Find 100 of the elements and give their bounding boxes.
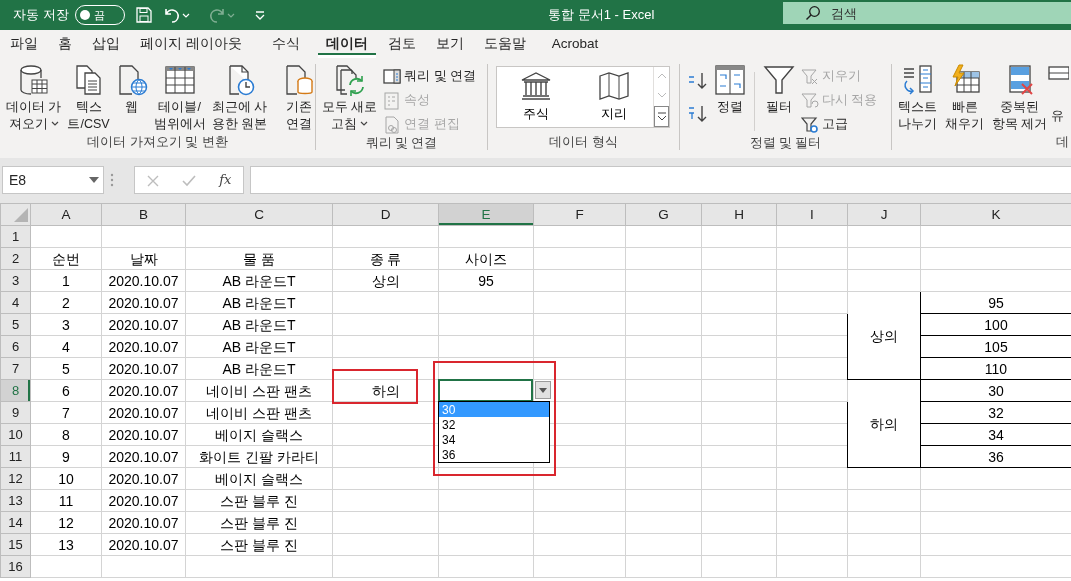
column-header[interactable]: D bbox=[332, 203, 439, 226]
column-header[interactable]: G bbox=[625, 203, 702, 226]
dropdown-arrow-button[interactable] bbox=[535, 381, 551, 399]
table-cell: 2020.10.07 bbox=[101, 511, 186, 534]
row-header[interactable]: 6 bbox=[0, 335, 31, 358]
row-header[interactable]: 14 bbox=[0, 511, 31, 534]
ribbon-tab[interactable]: 홈 bbox=[50, 30, 80, 58]
reapply-filter-icon bbox=[801, 91, 819, 110]
autosave-label: 자동 저장 bbox=[13, 6, 69, 25]
group-label: 데이터 형식 bbox=[548, 134, 619, 150]
table-cell: 2 bbox=[30, 291, 102, 314]
save-icon bbox=[134, 6, 153, 24]
row-header[interactable]: 3 bbox=[0, 269, 31, 292]
group-label: 데 bbox=[1055, 134, 1070, 150]
table-cell: 날짜 bbox=[101, 247, 186, 270]
row-header[interactable]: 10 bbox=[0, 423, 31, 446]
row-header[interactable]: 9 bbox=[0, 401, 31, 424]
column-header[interactable]: K bbox=[920, 203, 1071, 226]
caret-icon bbox=[89, 177, 99, 183]
table-cell: 95 bbox=[438, 269, 534, 292]
table-cell: 2020.10.07 bbox=[101, 533, 186, 556]
row-header[interactable]: 7 bbox=[0, 357, 31, 380]
table-cell: 2020.10.07 bbox=[101, 423, 186, 446]
formula-field[interactable] bbox=[250, 166, 1071, 194]
ribbon-button[interactable]: 빠른 채우기 bbox=[943, 64, 986, 133]
row-header[interactable]: 1 bbox=[0, 225, 31, 248]
ribbon-button[interactable]: 웹 bbox=[113, 64, 150, 116]
ribbon-button[interactable]: 테이블/ 범위에서 bbox=[151, 64, 208, 133]
ribbon-button[interactable]: 쿼리 및 연결 bbox=[381, 66, 479, 87]
ribbon-tab[interactable]: 도움말 bbox=[475, 30, 534, 58]
name-box[interactable]: E8 bbox=[2, 166, 104, 194]
row-header[interactable]: 13 bbox=[0, 489, 31, 512]
grip-icon bbox=[110, 173, 114, 187]
column-header[interactable]: E bbox=[438, 203, 534, 226]
window-title: 통합 문서1 - Excel bbox=[547, 6, 656, 25]
column-header[interactable]: F bbox=[533, 203, 626, 226]
ribbon-button[interactable]: 텍스트 나누기 bbox=[896, 64, 939, 133]
table-cell: 3 bbox=[30, 313, 102, 336]
ribbon-tab[interactable]: Acrobat bbox=[543, 30, 607, 58]
row-header[interactable]: 16 bbox=[0, 555, 31, 578]
table-cell: 스판 블루 진 bbox=[185, 533, 333, 556]
column-header[interactable]: C bbox=[185, 203, 333, 226]
insert-function-button[interactable]: fx bbox=[215, 170, 236, 190]
cylinder-document-icon bbox=[283, 64, 316, 96]
data-type-button[interactable]: 주식 bbox=[497, 67, 575, 127]
group-label: 쿼리 및 연결 bbox=[364, 135, 439, 151]
row-header[interactable]: 8 bbox=[0, 379, 31, 402]
ribbon-button[interactable]: 기존 연결 bbox=[281, 64, 318, 133]
row-header[interactable]: 5 bbox=[0, 313, 31, 336]
table-cell: 2020.10.07 bbox=[101, 291, 186, 314]
column-header[interactable]: B bbox=[101, 203, 186, 226]
row-header[interactable]: 11 bbox=[0, 445, 31, 468]
column-header[interactable]: J bbox=[847, 203, 921, 226]
table-cell: 1 bbox=[30, 269, 102, 292]
active-cell[interactable] bbox=[438, 379, 533, 402]
ribbon-tab[interactable]: 수식 bbox=[263, 30, 308, 58]
table-cell: 네이비 스판 팬츠 bbox=[185, 401, 333, 424]
row-header[interactable]: 4 bbox=[0, 291, 31, 314]
row-header[interactable]: 12 bbox=[0, 467, 31, 490]
ribbon-button[interactable]: 데이터 가 져오기 bbox=[4, 64, 64, 133]
ribbon-button[interactable]: 텍스 트/CSV bbox=[65, 64, 112, 133]
table-cell: 2020.10.07 bbox=[101, 467, 186, 490]
ribbon-tab[interactable]: 검토 bbox=[379, 30, 424, 58]
sort-icon bbox=[714, 64, 746, 96]
caret-icon bbox=[539, 387, 547, 393]
row-header[interactable]: 2 bbox=[0, 247, 31, 270]
column-header[interactable]: A bbox=[30, 203, 102, 226]
ribbon-button[interactable]: 정렬 bbox=[712, 64, 748, 116]
ribbon-button[interactable]: 필터 bbox=[761, 64, 797, 116]
table-cell: 10 bbox=[30, 467, 102, 490]
table-cell: 베이지 슬랙스 bbox=[185, 467, 333, 490]
ribbon-tab[interactable]: 삽입 bbox=[84, 30, 128, 58]
table-cell: 2020.10.07 bbox=[101, 379, 186, 402]
table-cell: 2020.10.07 bbox=[101, 489, 186, 512]
table-cell: 베이지 슬랙스 bbox=[185, 423, 333, 446]
ribbon-button[interactable]: 고급 bbox=[799, 114, 880, 135]
customize-icon bbox=[254, 9, 267, 21]
advanced-filter-icon bbox=[801, 115, 819, 134]
table-cell: 상의 bbox=[332, 269, 439, 292]
table-cell: 순번 bbox=[30, 247, 102, 270]
data-type-button[interactable]: 지리 bbox=[575, 67, 653, 127]
search-field[interactable]: 검색 bbox=[783, 2, 1071, 24]
table-cell: 상의 bbox=[847, 291, 921, 380]
ribbon-button[interactable]: 모두 새로 고침 bbox=[320, 64, 380, 133]
table-cell: 2020.10.07 bbox=[101, 445, 186, 468]
table-cell: AB 라운드T bbox=[185, 269, 333, 292]
table-cell: AB 라운드T bbox=[185, 313, 333, 336]
column-header[interactable]: H bbox=[701, 203, 777, 226]
row-header[interactable]: 15 bbox=[0, 533, 31, 556]
redo-icon bbox=[207, 6, 236, 24]
search-icon bbox=[805, 5, 821, 21]
column-header[interactable]: I bbox=[776, 203, 848, 226]
ribbon-button[interactable]: 최근에 사 용한 원본 bbox=[209, 64, 270, 133]
ribbon-tab[interactable]: 페이지 레이아웃 bbox=[132, 30, 250, 58]
ribbon-button[interactable]: 중복된 항목 제거 bbox=[990, 64, 1050, 133]
more-button[interactable] bbox=[654, 105, 669, 127]
ribbon-tab[interactable]: 파일 bbox=[2, 30, 46, 58]
ribbon-tab[interactable]: 데이터 bbox=[317, 30, 376, 58]
ribbon-tab[interactable]: 보기 bbox=[427, 30, 472, 58]
table-cell: 12 bbox=[30, 511, 102, 534]
